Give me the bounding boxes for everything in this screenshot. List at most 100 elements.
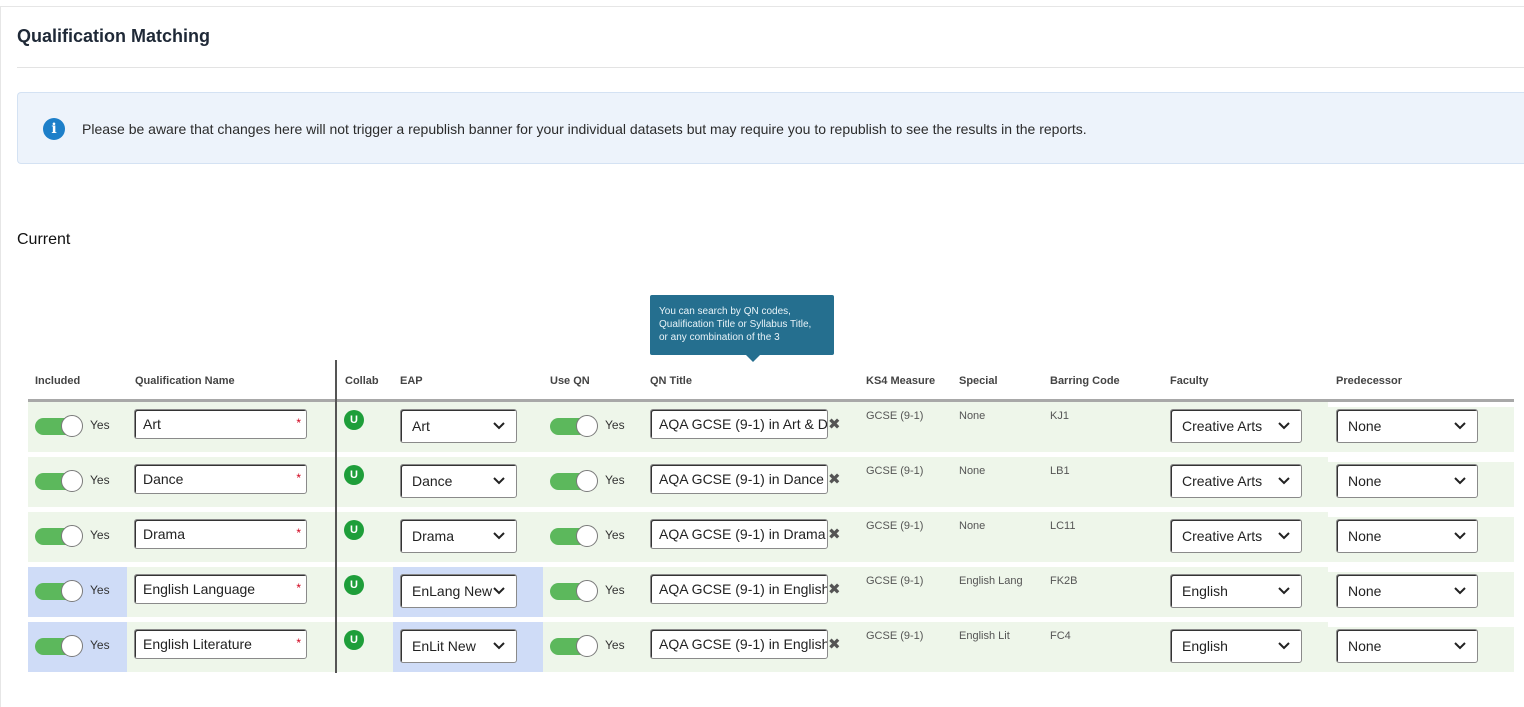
table-row: Yes English Language * U EnLang New Yes … [28,567,1514,617]
info-banner: i Please be aware that changes here will… [17,92,1524,164]
required-marker: * [296,581,301,595]
page-title: Qualification Matching [17,26,211,46]
qualification-name-input[interactable]: Dance * [134,464,307,494]
clear-icon[interactable]: ✖ [828,525,841,543]
chevron-down-icon [1453,584,1467,598]
included-toggle[interactable] [35,635,83,657]
barring-code-value: FK2B [1050,575,1078,587]
qualification-name-input[interactable]: Drama * [134,519,307,549]
clear-icon[interactable]: ✖ [828,580,841,598]
toggle-knob [61,415,83,437]
toggle-knob [576,580,598,602]
barring-code-value: LC11 [1050,520,1076,532]
qualification-name-input[interactable]: Art * [134,409,307,439]
info-icon: i [43,118,65,140]
clear-icon[interactable]: ✖ [828,470,841,488]
qn-title-search-input[interactable]: AQA GCSE (9-1) in English Language [650,574,828,604]
chevron-down-icon [1277,529,1291,543]
predecessor-select[interactable]: None [1336,629,1478,663]
chevron-down-icon [1277,584,1291,598]
qn-title-value: AQA GCSE (9-1) in Art & Design [659,416,828,432]
chevron-down-icon [492,639,506,653]
eap-value: Art [412,418,430,434]
included-value: Yes [90,583,110,597]
qn-title-value: AQA GCSE (9-1) in English Language [659,581,828,597]
toggle-knob [61,580,83,602]
eap-select[interactable]: EnLit New [400,629,517,663]
chevron-down-icon [1453,529,1467,543]
predecessor-select[interactable]: None [1336,409,1478,443]
included-toggle[interactable] [35,415,83,437]
qn-title-search-input[interactable]: AQA GCSE (9-1) in Dance [650,464,828,494]
qn-title-search-input[interactable]: AQA GCSE (9-1) in English Literature [650,629,828,659]
ks4-measure-value: GCSE (9-1) [866,465,924,477]
qualification-name-value: English Language [143,581,256,597]
required-marker: * [296,636,301,650]
qn-title-value: AQA GCSE (9-1) in Drama [659,526,826,542]
collab-badge: U [344,410,364,430]
predecessor-select[interactable]: None [1336,574,1478,608]
ks4-measure-value: GCSE (9-1) [866,575,924,587]
use-qn-toggle[interactable] [550,580,598,602]
collab-badge: U [344,630,364,650]
collab-badge: U [344,520,364,540]
included-toggle[interactable] [35,580,83,602]
included-toggle[interactable] [35,470,83,492]
use-qn-toggle[interactable] [550,470,598,492]
header-use-qn: Use QN [550,375,590,387]
qualification-name-value: Art [143,416,161,432]
faculty-select[interactable]: English [1170,629,1302,663]
faculty-select[interactable]: English [1170,574,1302,608]
qualification-name-input[interactable]: English Language * [134,574,307,604]
required-marker: * [296,416,301,430]
toggle-knob [576,635,598,657]
predecessor-value: None [1348,418,1382,434]
chevron-down-icon [1277,639,1291,653]
toggle-knob [576,525,598,547]
faculty-select[interactable]: Creative Arts [1170,409,1302,443]
included-toggle[interactable] [35,525,83,547]
predecessor-select[interactable]: None [1336,519,1478,553]
use-qn-value: Yes [605,418,625,432]
eap-select[interactable]: EnLang New [400,574,517,608]
use-qn-toggle[interactable] [550,525,598,547]
predecessor-select[interactable]: None [1336,464,1478,498]
eap-select[interactable]: Drama [400,519,517,553]
use-qn-toggle[interactable] [550,415,598,437]
faculty-select[interactable]: Creative Arts [1170,464,1302,498]
clear-icon[interactable]: ✖ [828,635,841,653]
info-banner-text: Please be aware that changes here will n… [82,121,1087,137]
use-qn-toggle[interactable] [550,635,598,657]
faculty-value: Creative Arts [1182,473,1263,489]
barring-code-value: KJ1 [1050,410,1069,422]
table-row: Yes Drama * U Drama Yes AQA GCSE (9-1) i… [28,512,1514,562]
table-row: Yes English Literature * U EnLit New Yes… [28,622,1514,672]
eap-select[interactable]: Dance [400,464,517,498]
header-qn-title: QN Title [650,375,692,387]
qualification-name-value: Drama [143,526,186,542]
eap-select[interactable]: Art [400,409,517,443]
faculty-value: Creative Arts [1182,528,1263,544]
header-predecessor: Predecessor [1336,375,1403,387]
header-included: Included [35,375,81,387]
included-value: Yes [90,473,110,487]
eap-value: Dance [412,473,453,489]
qualification-name-input[interactable]: English Literature * [134,629,307,659]
use-qn-value: Yes [605,583,625,597]
predecessor-value: None [1348,638,1382,654]
header-special: Special [959,375,998,387]
barring-code-value: LB1 [1050,465,1070,477]
clear-icon[interactable]: ✖ [828,415,841,433]
predecessor-value: None [1348,583,1382,599]
included-value: Yes [90,528,110,542]
qn-title-search-input[interactable]: AQA GCSE (9-1) in Drama [650,519,828,549]
qn-title-value: AQA GCSE (9-1) in English Literature [659,636,828,652]
header-ks4-measure: KS4 Measure [866,375,936,387]
header-faculty: Faculty [1170,375,1209,387]
tooltip-line: You can search by QN codes, [659,306,791,317]
faculty-select[interactable]: Creative Arts [1170,519,1302,553]
eap-value: EnLit New [412,638,476,654]
toggle-knob [61,635,83,657]
qn-title-search-input[interactable]: AQA GCSE (9-1) in Art & Design [650,409,828,439]
chevron-down-icon [492,474,506,488]
